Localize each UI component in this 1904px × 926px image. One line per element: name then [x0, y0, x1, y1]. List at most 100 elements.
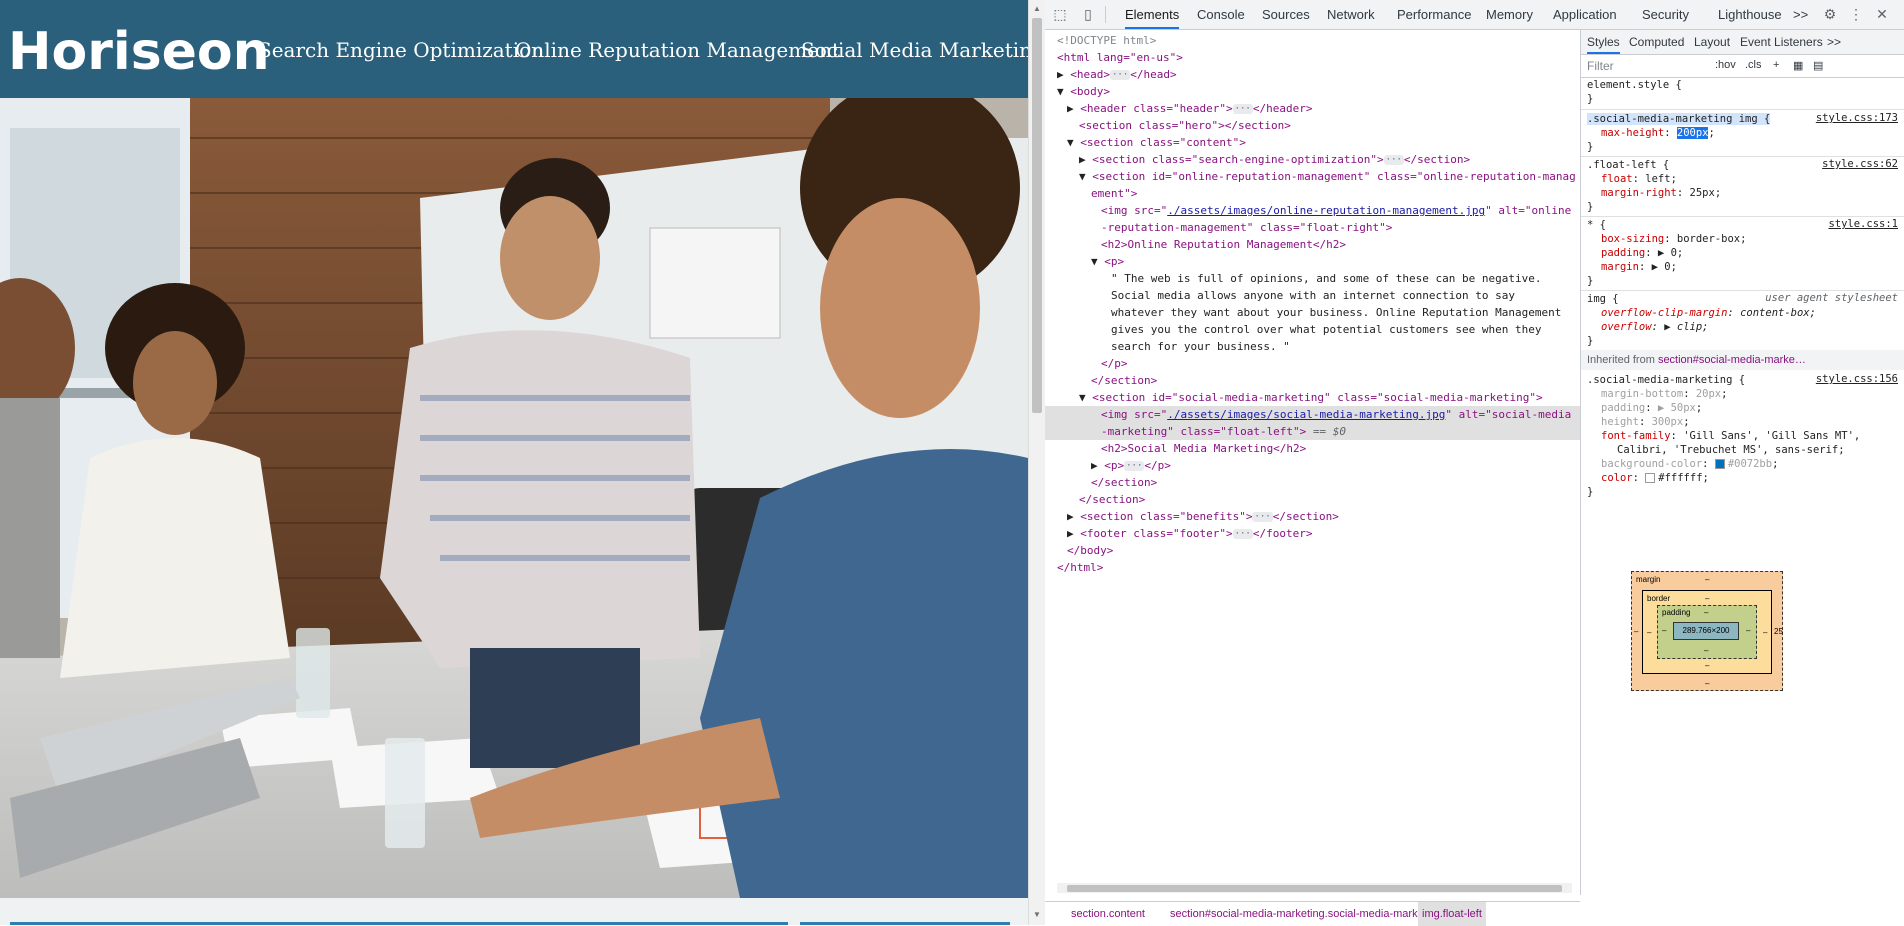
dom-body[interactable]: ▼ <body>: [1057, 83, 1110, 100]
box-model-padding-top[interactable]: –: [1704, 608, 1708, 617]
smm-img-src-link[interactable]: ./assets/images/social-media-marketing.j…: [1167, 408, 1445, 421]
prop-margin[interactable]: margin: ▶ 0;: [1601, 260, 1677, 274]
dom-hero[interactable]: <section class="hero"></section>: [1079, 117, 1291, 134]
tab-memory[interactable]: Memory: [1486, 0, 1533, 29]
element-style-selector[interactable]: element.style {: [1587, 78, 1682, 92]
expand-arrow-icon[interactable]: ▶: [1067, 527, 1080, 540]
box-model-margin-left[interactable]: –: [1634, 627, 1638, 636]
tab-network[interactable]: Network: [1327, 0, 1375, 29]
more-tabs-button[interactable]: >>: [1793, 0, 1808, 29]
tab-event-listeners[interactable]: Event Listeners: [1740, 30, 1823, 54]
box-model-margin-bottom[interactable]: –: [1705, 679, 1709, 688]
styles-filter-input[interactable]: Filter: [1587, 59, 1614, 73]
color-swatch-white[interactable]: [1645, 473, 1656, 483]
prop-background-color[interactable]: background-color: #0072bb;: [1601, 457, 1778, 471]
dom-orm-section[interactable]: ▼ <section id="online-reputation-managem…: [1079, 168, 1576, 185]
dom-benefits[interactable]: ▶ <section class="benefits"> ··· </section…: [1067, 508, 1339, 525]
tab-sources[interactable]: Sources: [1262, 0, 1310, 29]
color-swatch-blue[interactable]: [1714, 459, 1725, 469]
paint-brush-icon[interactable]: ▦: [1793, 59, 1803, 72]
expand-arrow-icon[interactable]: ▶: [1091, 459, 1104, 472]
dom-content[interactable]: ▼ <section class="content">: [1067, 134, 1246, 151]
inherited-from-link[interactable]: section#social-media-marke…: [1658, 354, 1806, 366]
expand-arrow-icon[interactable]: ▶: [1057, 68, 1070, 81]
expand-arrow-icon[interactable]: ▶: [1067, 102, 1080, 115]
box-model-border[interactable]: border – – – – padding – – – – 289.766×2…: [1642, 590, 1772, 674]
rule-float-left-source-link[interactable]: style.css:62: [1822, 158, 1898, 170]
breadcrumb-item-img[interactable]: img.float-left: [1418, 902, 1486, 926]
settings-gear-icon[interactable]: ⚙: [1821, 6, 1839, 22]
dom-section-close[interactable]: </section>: [1091, 474, 1157, 491]
dom-section-close[interactable]: </section>: [1079, 491, 1145, 508]
dom-smm-h2[interactable]: <h2>Social Media Marketing</h2>: [1101, 440, 1306, 457]
dom-horizontal-scroll-thumb[interactable]: [1067, 885, 1562, 892]
box-model-border-left[interactable]: –: [1647, 628, 1651, 637]
tab-security[interactable]: Security: [1642, 0, 1689, 29]
dom-html-close[interactable]: </html>: [1057, 559, 1103, 576]
more-options-icon[interactable]: ⋮: [1847, 6, 1865, 22]
prop-margin-right[interactable]: margin-right: 25px;: [1601, 186, 1721, 200]
box-model-margin[interactable]: margin – – 25 – border – – – – padding –…: [1631, 571, 1783, 691]
dom-p-close[interactable]: </p>: [1101, 355, 1128, 372]
tab-lighthouse[interactable]: Lighthouse: [1718, 0, 1782, 29]
dom-smm-p[interactable]: ▶ <p> ··· </p>: [1091, 457, 1171, 474]
prop-margin-bottom[interactable]: margin-bottom: 20px;: [1601, 387, 1727, 401]
rule-smm-img-selector[interactable]: .social-media-marketing img {: [1587, 112, 1771, 126]
sidebar-toggle-icon[interactable]: ▤: [1813, 59, 1823, 72]
dom-header[interactable]: ▶ <header class="header"> ··· </header>: [1067, 100, 1312, 117]
dom-head[interactable]: ▶ <head> ··· </head>: [1057, 66, 1177, 83]
prop-box-sizing[interactable]: box-sizing: border-box;: [1601, 232, 1746, 246]
dom-horizontal-scrollbar[interactable]: [1057, 883, 1572, 893]
dom-seo-section[interactable]: ▶ <section class="search-engine-optimiza…: [1079, 151, 1470, 168]
box-model-margin-top[interactable]: –: [1705, 575, 1709, 584]
rule-universal-source-link[interactable]: style.css:1: [1828, 218, 1898, 230]
dom-smm-img-selected-cont[interactable]: -marketing" class="float-left"> == $0: [1045, 423, 1580, 440]
tab-console[interactable]: Console: [1197, 0, 1245, 29]
tab-layout[interactable]: Layout: [1694, 30, 1730, 54]
device-toolbar-icon[interactable]: ▯: [1079, 6, 1097, 22]
prop-padding[interactable]: padding: ▶ 0;: [1601, 246, 1683, 260]
collapse-arrow-icon[interactable]: ▼: [1067, 136, 1080, 149]
dom-html[interactable]: <html lang="en-us">: [1057, 49, 1183, 66]
site-logo[interactable]: Horiseon: [8, 22, 270, 82]
box-model-border-top[interactable]: –: [1705, 594, 1709, 603]
rule-float-left-selector[interactable]: .float-left {: [1587, 158, 1669, 172]
box-model-margin-right[interactable]: 25: [1774, 627, 1783, 636]
prop-overflow[interactable]: overflow: ▶ clip;: [1601, 320, 1709, 334]
dom-smm-img-selected[interactable]: <img src="./assets/images/social-media-m…: [1045, 406, 1580, 423]
nav-link-orm[interactable]: Online Reputation Management: [515, 38, 840, 62]
tab-application[interactable]: Application: [1553, 0, 1617, 29]
dom-section-close[interactable]: </section>: [1091, 372, 1157, 389]
prop-color[interactable]: color: #ffffff;: [1601, 471, 1709, 485]
elements-dom-tree[interactable]: <!DOCTYPE html> <html lang="en-us"> ▶ <h…: [1045, 30, 1581, 895]
box-model-content[interactable]: 289.766×200: [1673, 622, 1739, 640]
breadcrumb-item-smm-section[interactable]: section#social-media-marketing.social-me…: [1170, 902, 1441, 926]
prop-height[interactable]: height: 300px;: [1601, 415, 1690, 429]
dom-orm-p[interactable]: ▼ <p>: [1091, 253, 1124, 270]
expand-arrow-icon[interactable]: ▶: [1067, 510, 1080, 523]
box-model-padding-left[interactable]: –: [1662, 626, 1666, 635]
dom-footer[interactable]: ▶ <footer class="footer"> ··· </footer>: [1067, 525, 1312, 542]
rule-smm-selector[interactable]: .social-media-marketing {: [1587, 373, 1745, 387]
collapse-arrow-icon[interactable]: ▼: [1079, 170, 1092, 183]
more-subtabs-button[interactable]: >>: [1827, 30, 1841, 54]
class-toggle[interactable]: .cls: [1745, 59, 1762, 71]
tab-performance[interactable]: Performance: [1397, 0, 1471, 29]
nav-link-seo[interactable]: Search Engine Optimization: [258, 38, 544, 62]
hover-state-toggle[interactable]: :hov: [1715, 59, 1736, 71]
dom-orm-img[interactable]: <img src="./assets/images/online-reputat…: [1101, 202, 1571, 219]
page-scroll-thumb[interactable]: [1032, 18, 1042, 413]
rule-universal-selector[interactable]: * {: [1587, 218, 1606, 232]
prop-font-family[interactable]: font-family: 'Gill Sans', 'Gill Sans MT'…: [1601, 429, 1860, 443]
rule-smm-img-source-link[interactable]: style.css:173: [1816, 112, 1898, 124]
dom-body-close[interactable]: </body>: [1067, 542, 1113, 559]
prop-max-height[interactable]: max-height: 200px;: [1601, 126, 1715, 140]
box-model-padding-bottom[interactable]: –: [1704, 646, 1708, 655]
collapse-arrow-icon[interactable]: ▼: [1079, 391, 1092, 404]
box-model-border-bottom[interactable]: –: [1705, 661, 1709, 670]
dom-orm-h2[interactable]: <h2>Online Reputation Management</h2>: [1101, 236, 1346, 253]
prop-padding-inherited[interactable]: padding: ▶ 50px;: [1601, 401, 1702, 415]
inspect-element-icon[interactable]: ⬚: [1051, 6, 1069, 22]
prop-overflow-clip-margin[interactable]: overflow-clip-margin: content-box;: [1601, 306, 1816, 320]
tab-computed[interactable]: Computed: [1629, 30, 1684, 54]
